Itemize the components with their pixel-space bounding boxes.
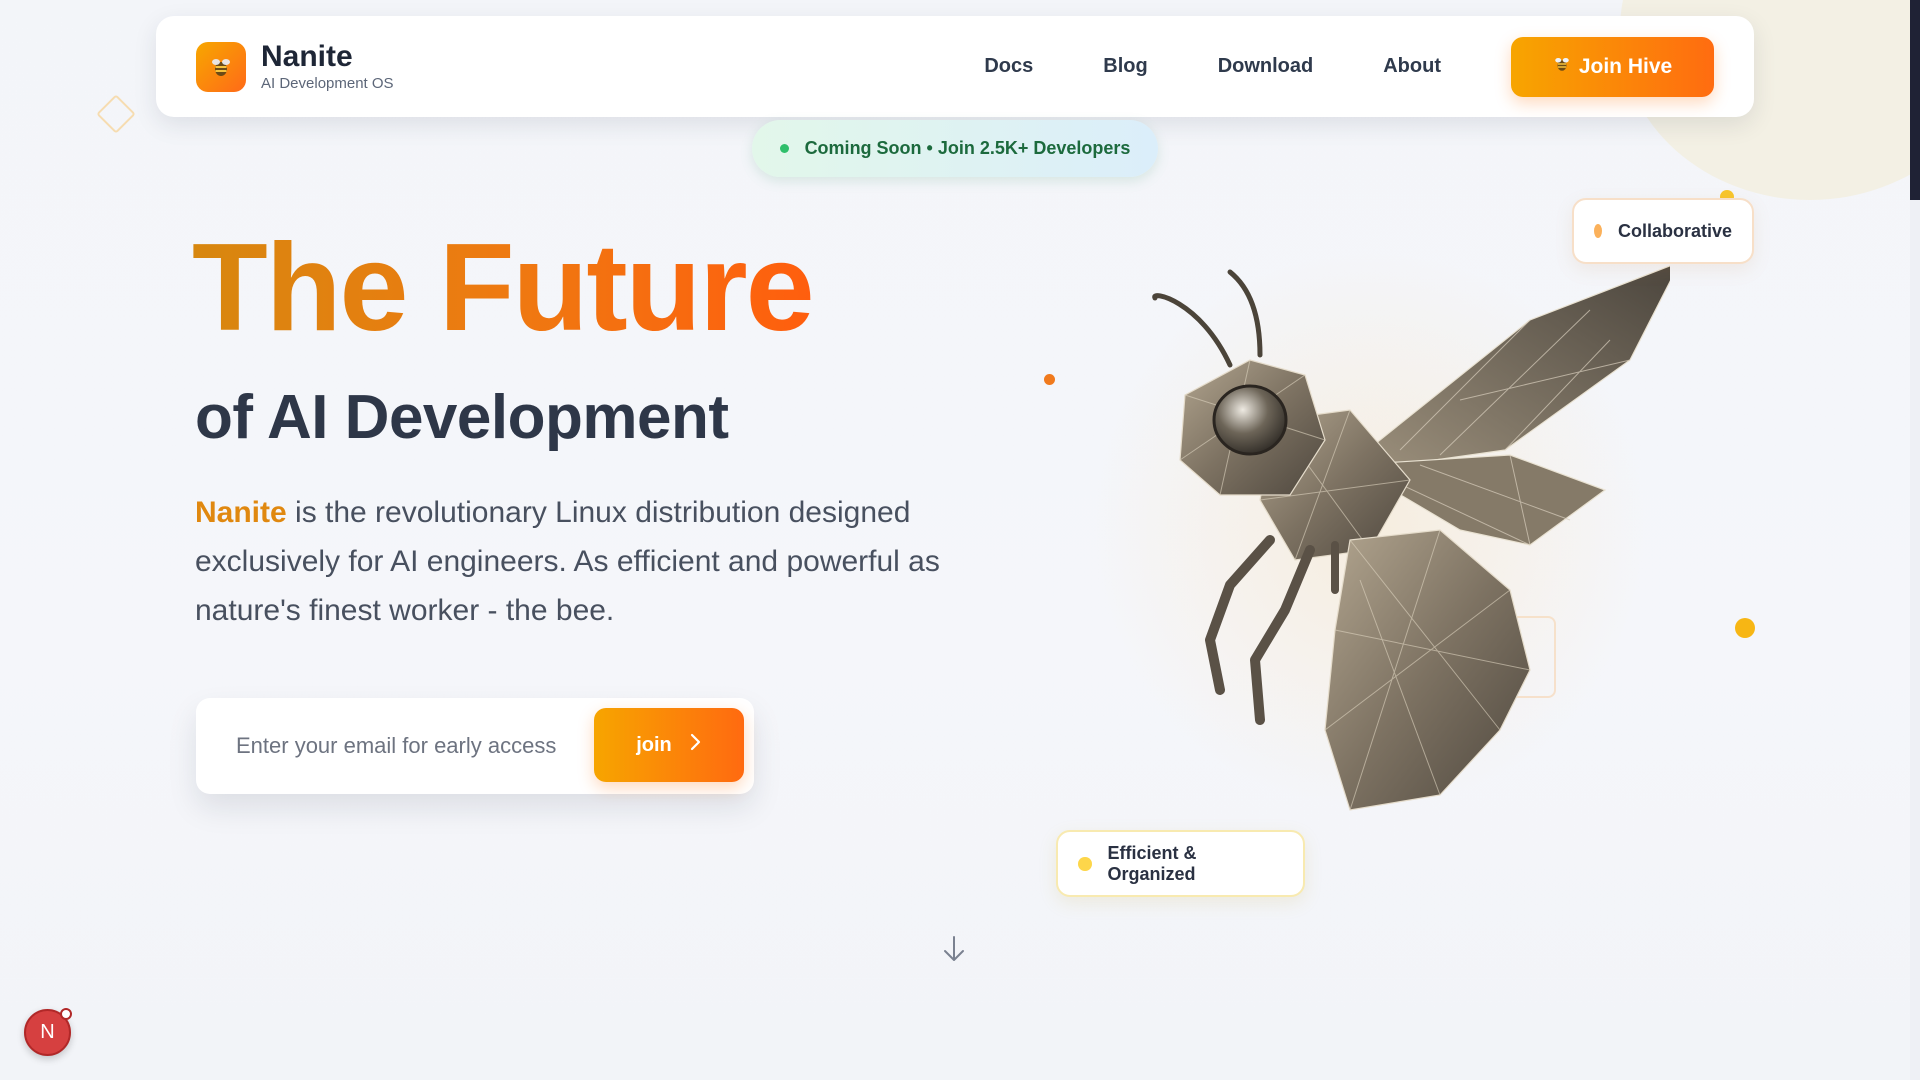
n-logo-icon: N	[40, 1021, 55, 1043]
nav-link-blog[interactable]: Blog	[1103, 55, 1147, 78]
hero-title: The Future	[192, 219, 815, 357]
notification-dot-icon	[60, 1008, 72, 1020]
hero-description: Nanite is the revolutionary Linux distri…	[195, 488, 985, 635]
status-dot-icon	[779, 144, 789, 153]
join-button-label: join	[636, 733, 672, 756]
nav-link-download[interactable]: Download	[1218, 55, 1314, 78]
chevron-right-icon	[690, 733, 702, 757]
status-badge: Coming Soon • Join 2.5K+ Developers	[752, 120, 1158, 177]
brand-name: Nanite	[261, 40, 353, 74]
email-input[interactable]	[236, 733, 566, 759]
bee-illustration	[1152, 265, 1670, 811]
navbar: Nanite AI Development OS Docs Blog Downl…	[156, 16, 1754, 117]
hero-subtitle: of AI Development	[195, 383, 729, 452]
arrow-down-icon[interactable]	[942, 935, 966, 968]
join-hive-label: Join Hive	[1578, 54, 1673, 78]
signup-form: join	[196, 698, 754, 794]
decorative-diamond	[96, 94, 136, 134]
nav-links: Docs Blog Download About Join Hive	[984, 36, 1714, 97]
join-button[interactable]: join	[594, 708, 744, 782]
brand-subtitle: AI Development OS	[261, 74, 394, 92]
join-hive-button[interactable]: Join Hive	[1511, 36, 1714, 97]
collaborative-tag: Collaborative	[1572, 198, 1754, 264]
dot-icon	[1594, 224, 1602, 238]
nav-link-about[interactable]: About	[1383, 55, 1441, 78]
bee-icon	[1553, 55, 1571, 78]
scrollbar-track[interactable]	[1910, 200, 1920, 1080]
nav-link-docs[interactable]: Docs	[984, 55, 1033, 78]
decorative-dot	[1735, 618, 1755, 638]
hero-description-brand: Nanite	[195, 496, 287, 529]
dev-tools-badge[interactable]: N	[24, 1008, 72, 1056]
bee-icon	[196, 41, 246, 92]
dot-icon	[1078, 856, 1092, 871]
efficient-tag-label: Efficient & Organized	[1107, 842, 1197, 884]
status-badge-text: Coming Soon • Join 2.5K+ Developers	[804, 138, 1131, 158]
hero-description-text: is the revolutionary Linux distribution …	[195, 496, 940, 627]
brand-logo-link[interactable]: Nanite AI Development OS	[196, 41, 394, 92]
efficient-tag: Efficient & Organized	[1056, 830, 1305, 897]
decorative-dot	[1044, 374, 1055, 385]
collaborative-tag-label: Collaborative	[1617, 220, 1732, 241]
